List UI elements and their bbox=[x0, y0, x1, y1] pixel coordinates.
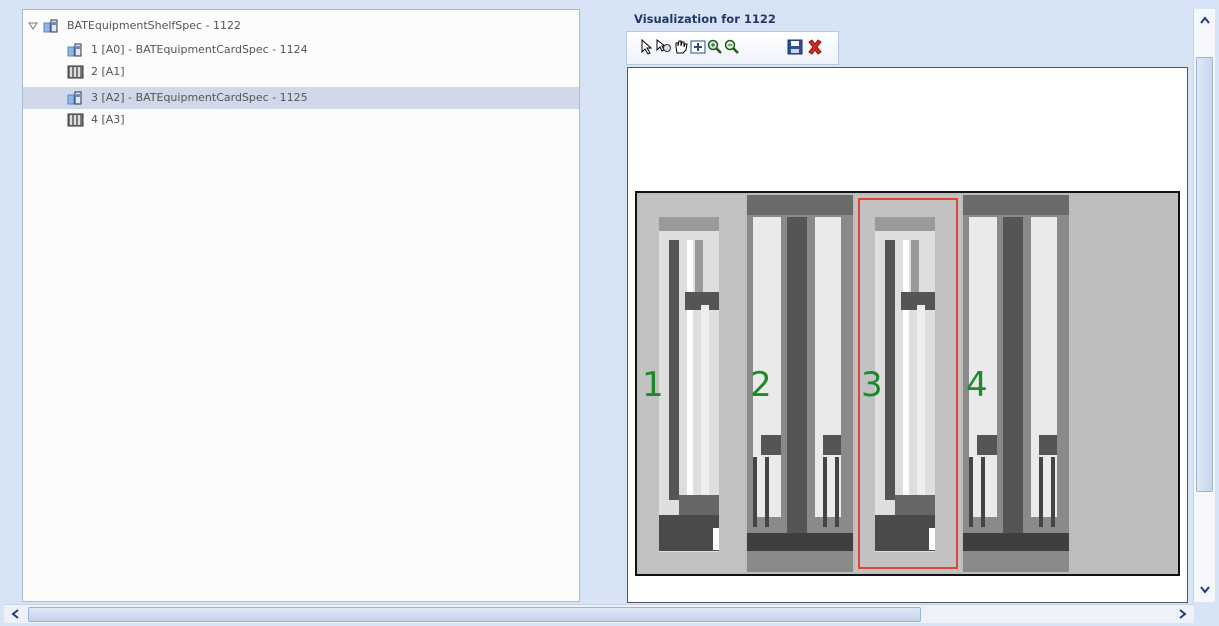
card-spec-icon bbox=[67, 43, 85, 57]
zoom-in-icon[interactable] bbox=[707, 37, 723, 57]
slot-number-label: 2 bbox=[750, 365, 772, 405]
slot-number-label: 3 bbox=[861, 365, 883, 405]
card-spec-icon bbox=[67, 91, 85, 105]
save-icon[interactable] bbox=[787, 37, 803, 57]
scroll-up-icon[interactable] bbox=[1196, 11, 1214, 29]
scroll-down-icon[interactable] bbox=[1196, 581, 1214, 599]
tree-item-slot-1[interactable]: 1 [A0] - BATEquipmentCardSpec - 1124 bbox=[23, 39, 579, 61]
shelf-slot-1[interactable]: 1 bbox=[639, 195, 745, 572]
equipment-shelf: 1 2 3 4 bbox=[635, 191, 1180, 576]
vertical-scrollbar[interactable] bbox=[1193, 9, 1215, 602]
equipment-window: BATEquipmentShelfSpec - 1122 1 [A0] - BA… bbox=[0, 0, 1219, 626]
tree-item-label: 1 [A0] - BATEquipmentCardSpec - 1124 bbox=[91, 43, 308, 56]
delete-icon[interactable] bbox=[807, 37, 823, 57]
shelf-spec-icon bbox=[43, 19, 61, 33]
select-zoom-icon[interactable] bbox=[656, 37, 672, 57]
slot-icon bbox=[67, 65, 85, 79]
shelf-slot-4[interactable]: 4 bbox=[963, 195, 1069, 572]
tree-item-label: 3 [A2] - BATEquipmentCardSpec - 1125 bbox=[91, 91, 308, 104]
zoom-out-icon[interactable] bbox=[724, 37, 740, 57]
horizontal-scroll-thumb[interactable] bbox=[28, 607, 921, 622]
tree-root-label: BATEquipmentShelfSpec - 1122 bbox=[67, 19, 242, 32]
tree-item-slot-2[interactable]: 2 [A1] bbox=[23, 61, 579, 83]
shelf-slot-3[interactable]: 3 bbox=[855, 195, 961, 572]
visualization-title: Visualization for 1122 bbox=[634, 12, 776, 26]
fit-to-window-icon[interactable] bbox=[690, 37, 706, 57]
shelf-slot-2[interactable]: 2 bbox=[747, 195, 853, 572]
tree-item-slot-4[interactable]: 4 [A3] bbox=[23, 109, 579, 131]
visualization-toolbar bbox=[626, 31, 839, 65]
equipment-tree[interactable]: BATEquipmentShelfSpec - 1122 1 [A0] - BA… bbox=[22, 9, 580, 602]
expand-collapse-icon[interactable] bbox=[28, 21, 38, 31]
tree-item-slot-3[interactable]: 3 [A2] - BATEquipmentCardSpec - 1125 bbox=[23, 87, 579, 109]
select-pointer-icon[interactable] bbox=[639, 37, 655, 57]
shelf-empty-bay bbox=[1071, 195, 1178, 572]
vertical-scroll-thumb[interactable] bbox=[1196, 57, 1213, 492]
tree-item-label: 2 [A1] bbox=[91, 65, 125, 78]
scroll-left-icon[interactable] bbox=[6, 605, 24, 623]
slot-icon bbox=[67, 113, 85, 127]
pan-hand-icon[interactable] bbox=[673, 37, 689, 57]
horizontal-scrollbar[interactable] bbox=[4, 604, 1194, 623]
tree-root-node[interactable]: BATEquipmentShelfSpec - 1122 bbox=[23, 15, 579, 37]
slot-number-label: 4 bbox=[966, 365, 988, 405]
slot-number-label: 1 bbox=[642, 365, 664, 405]
tree-item-label: 4 [A3] bbox=[91, 113, 125, 126]
scroll-right-icon[interactable] bbox=[1174, 605, 1192, 623]
